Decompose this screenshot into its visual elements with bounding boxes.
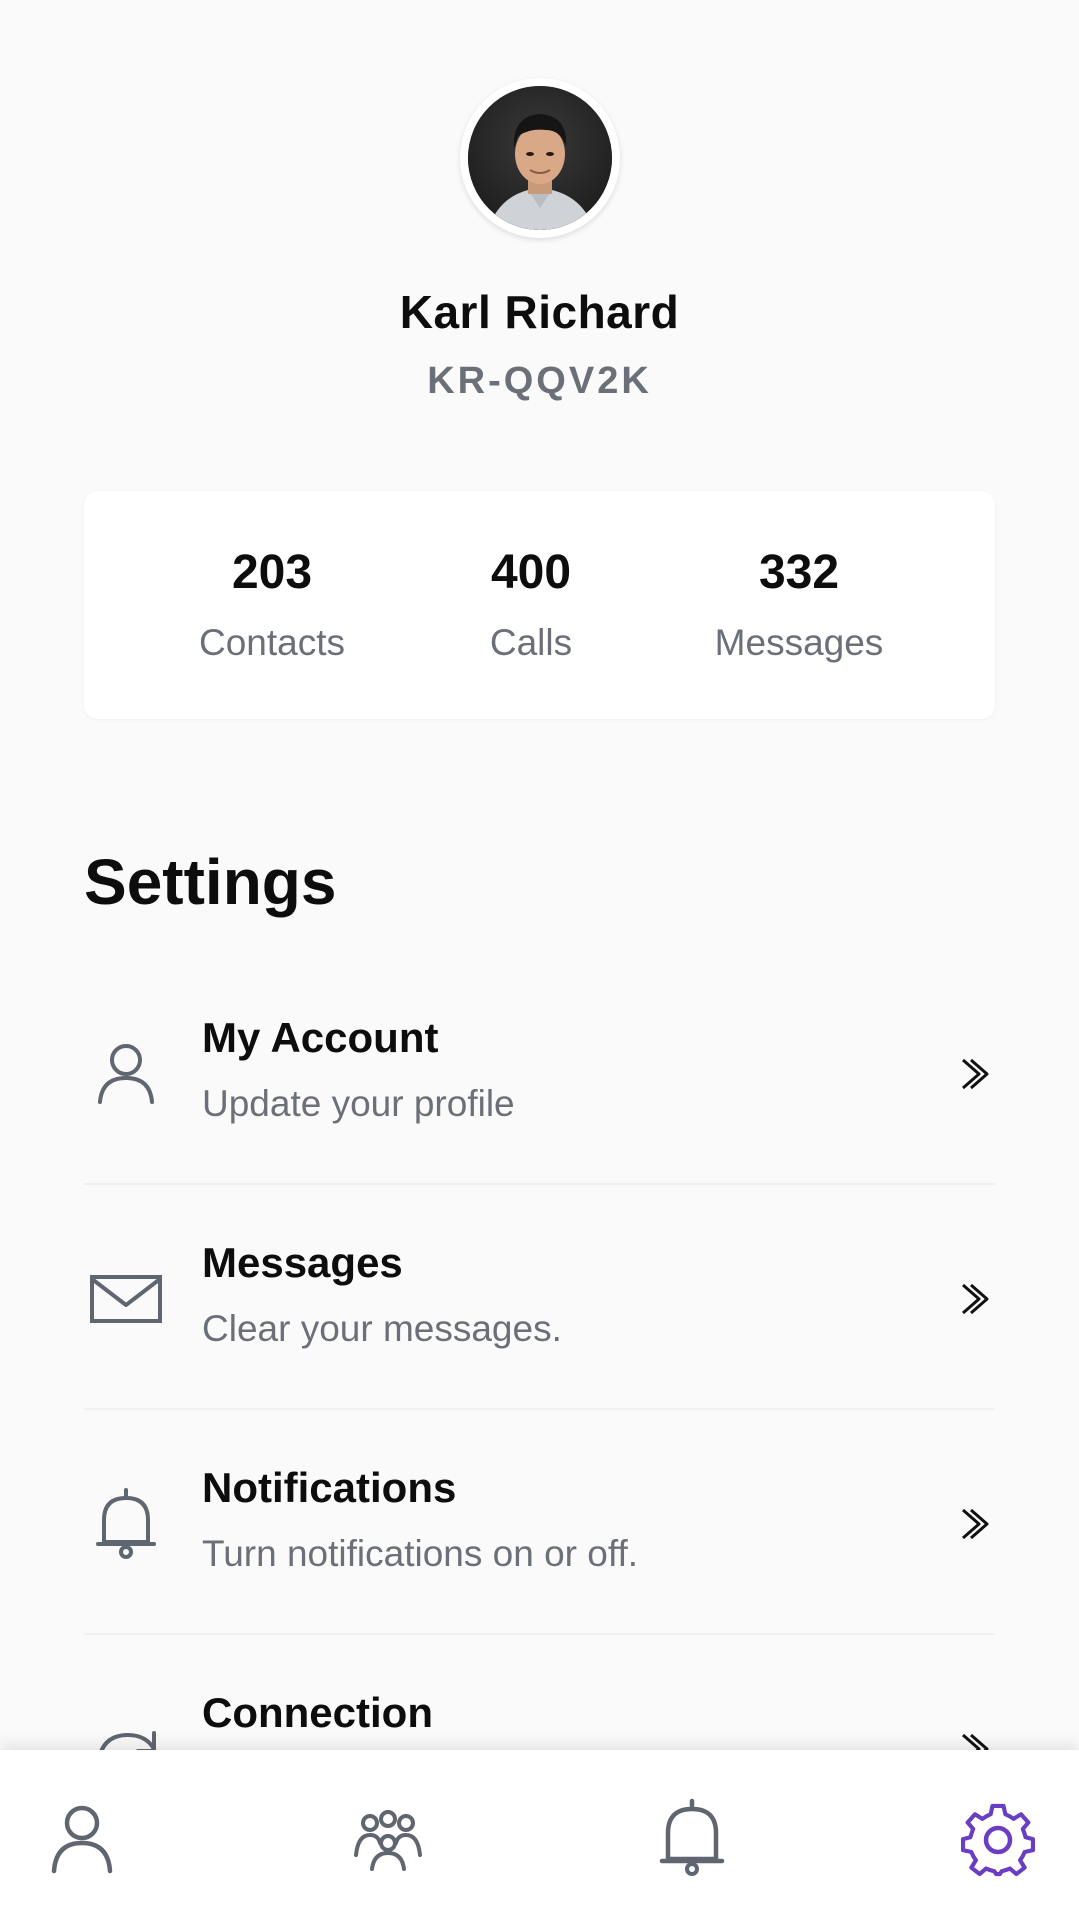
nav-tab-profile[interactable] (2, 1750, 162, 1919)
chevron-right-icon (962, 1058, 989, 1090)
nav-tab-settings[interactable] (918, 1750, 1078, 1919)
bell-icon (659, 1798, 725, 1876)
profile-name: Karl Richard (399, 286, 680, 338)
stat-label: Messages (714, 622, 884, 663)
bell-icon (96, 1488, 156, 1559)
chevron-right-icon (962, 1283, 989, 1315)
stats-card: 203 Contacts 400 Calls 332 Messages (84, 491, 995, 719)
item-subtitle: Turn notifications on or off. (202, 1533, 639, 1574)
item-subtitle: Clear your messages. (202, 1308, 562, 1349)
chevron-right-icon (962, 1508, 989, 1540)
stat-label: Contacts (198, 622, 345, 663)
envelope-icon (90, 1275, 162, 1323)
nav-tab-notifications[interactable] (612, 1750, 772, 1919)
user-icon (98, 1044, 154, 1104)
stat-messages[interactable]: 332 Messages (679, 491, 919, 719)
stat-value: 203 (231, 546, 313, 599)
settings-screen: Karl Richard KR-QQV2K 203 Contacts 400 C… (0, 0, 1079, 1919)
item-subtitle: Update your profile (202, 1083, 515, 1124)
stat-contacts[interactable]: 203 Contacts (152, 491, 392, 719)
section-title: Settings (84, 846, 337, 918)
item-title: Notifications (202, 1464, 457, 1511)
profile-id: KR-QQV2K (427, 360, 652, 402)
settings-item-messages[interactable]: Messages Clear your messages. (0, 1185, 1079, 1410)
item-title: Connection (202, 1689, 433, 1736)
stat-value: 400 (490, 546, 572, 599)
gear-icon (960, 1803, 1036, 1877)
settings-item-my-account[interactable]: My Account Update your profile (0, 960, 1079, 1185)
avatar[interactable] (460, 78, 620, 238)
stat-calls[interactable]: 400 Calls (411, 491, 651, 719)
item-title: Messages (202, 1239, 403, 1286)
item-title: My Account (202, 1014, 439, 1061)
stat-label: Calls (489, 622, 573, 663)
bottom-nav (0, 1750, 1079, 1919)
avatar-photo (468, 86, 612, 230)
nav-tab-groups[interactable] (308, 1750, 468, 1919)
user-icon (51, 1805, 113, 1874)
settings-item-notifications[interactable]: Notifications Turn notifications on or o… (0, 1410, 1079, 1635)
stat-value: 332 (758, 546, 840, 599)
group-icon (354, 1810, 422, 1871)
